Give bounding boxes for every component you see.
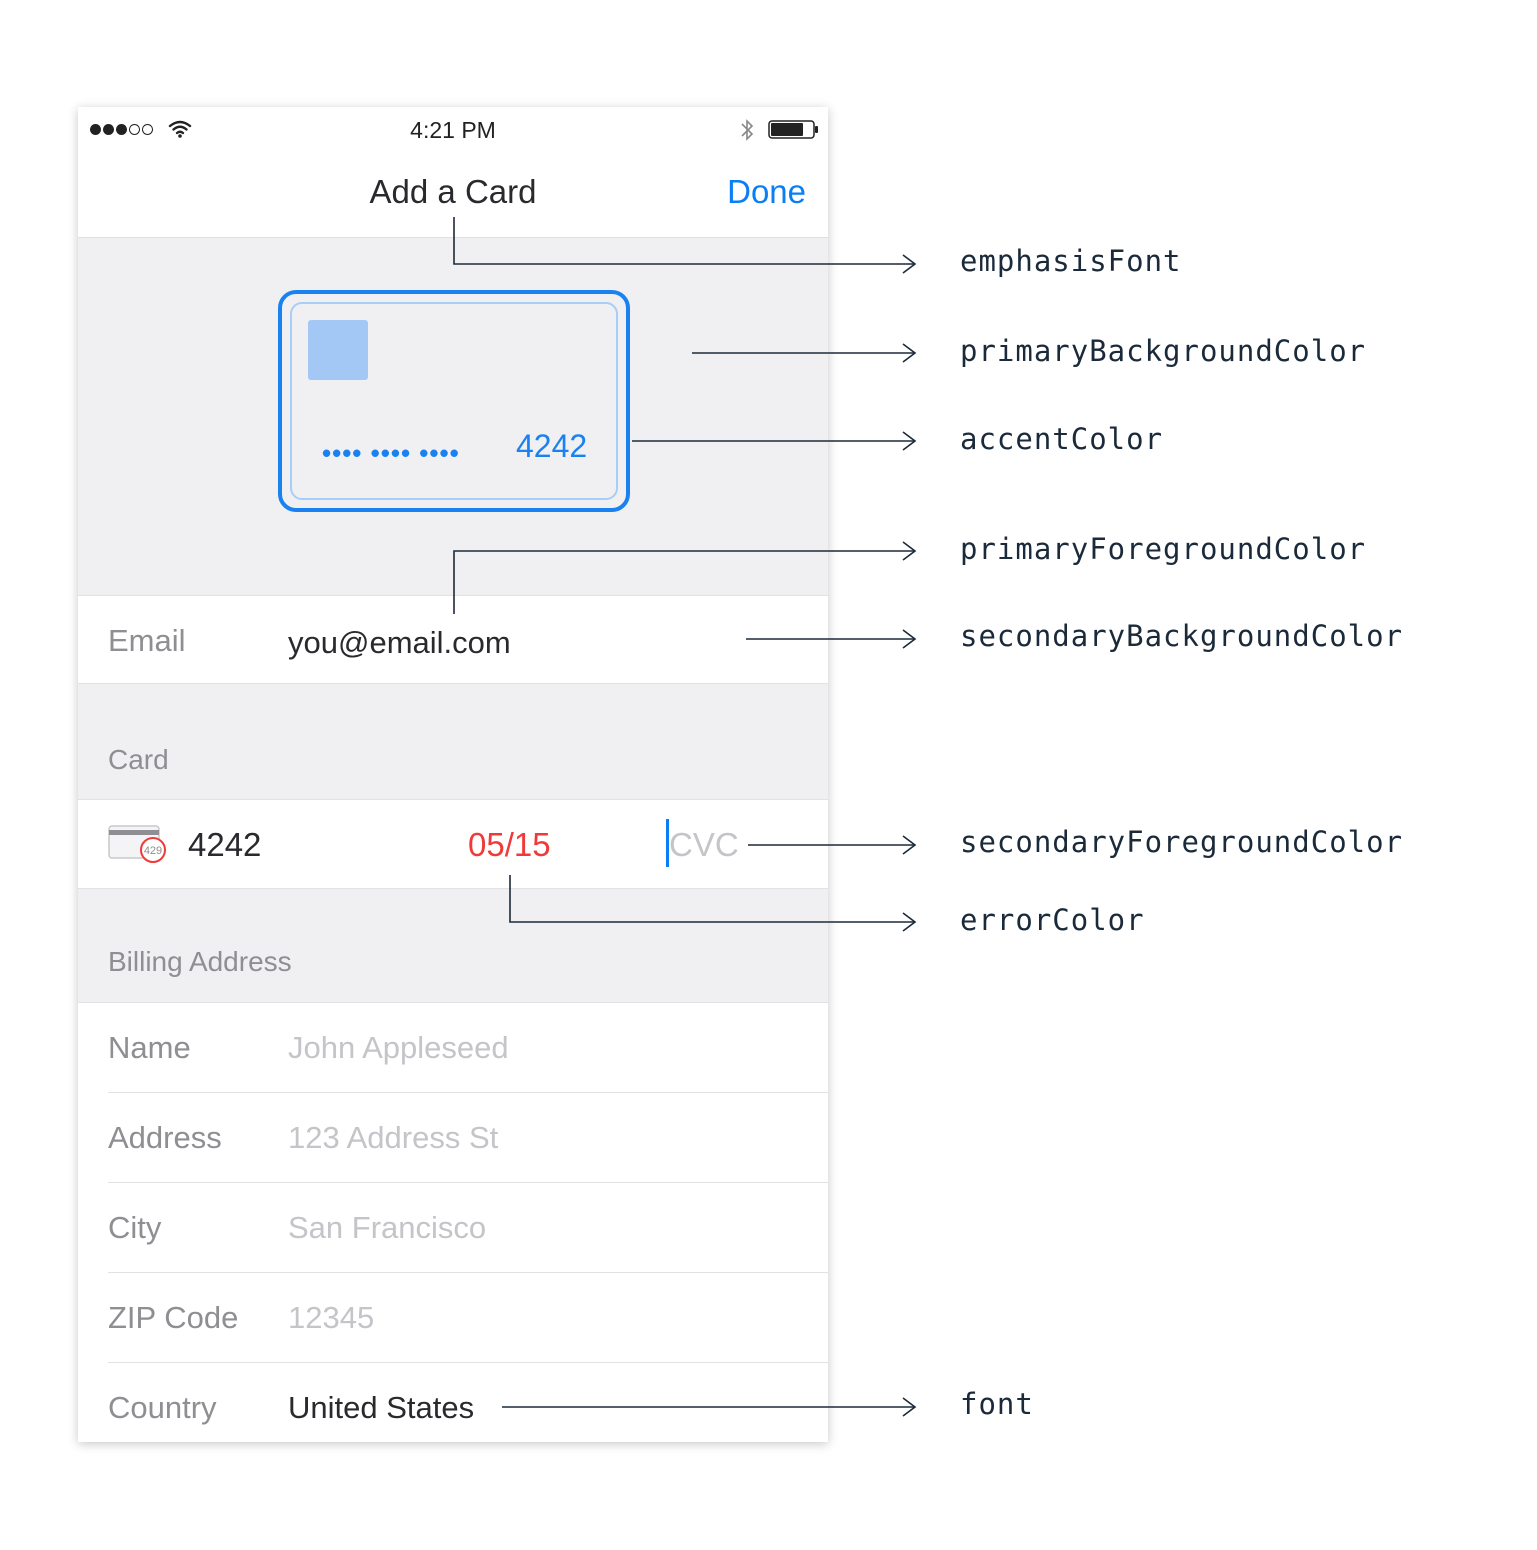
emphasis-font-leader (453, 217, 917, 274)
error-color-leader (509, 875, 917, 932)
annotation-secondary-foreground-color: secondaryForegroundColor (960, 825, 1404, 859)
annotation-error-color: errorColor (960, 903, 1145, 937)
annotation-secondary-background-color: secondaryBackgroundColor (960, 619, 1404, 653)
annotation-emphasis-font: emphasisFont (960, 244, 1182, 278)
annotation-font: font (960, 1387, 1034, 1421)
font-leader (502, 1397, 917, 1417)
secondary-background-leader (746, 629, 917, 649)
accent-color-leader (632, 431, 917, 451)
primary-foreground-leader (453, 541, 917, 614)
secondary-foreground-leader (748, 835, 917, 855)
annotation-primary-foreground-color: primaryForegroundColor (960, 532, 1367, 566)
primary-background-leader (692, 343, 917, 363)
annotation-accent-color: accentColor (960, 422, 1164, 456)
annotation-primary-background-color: primaryBackgroundColor (960, 334, 1367, 368)
annotation-leader-lines (453, 217, 917, 1417)
